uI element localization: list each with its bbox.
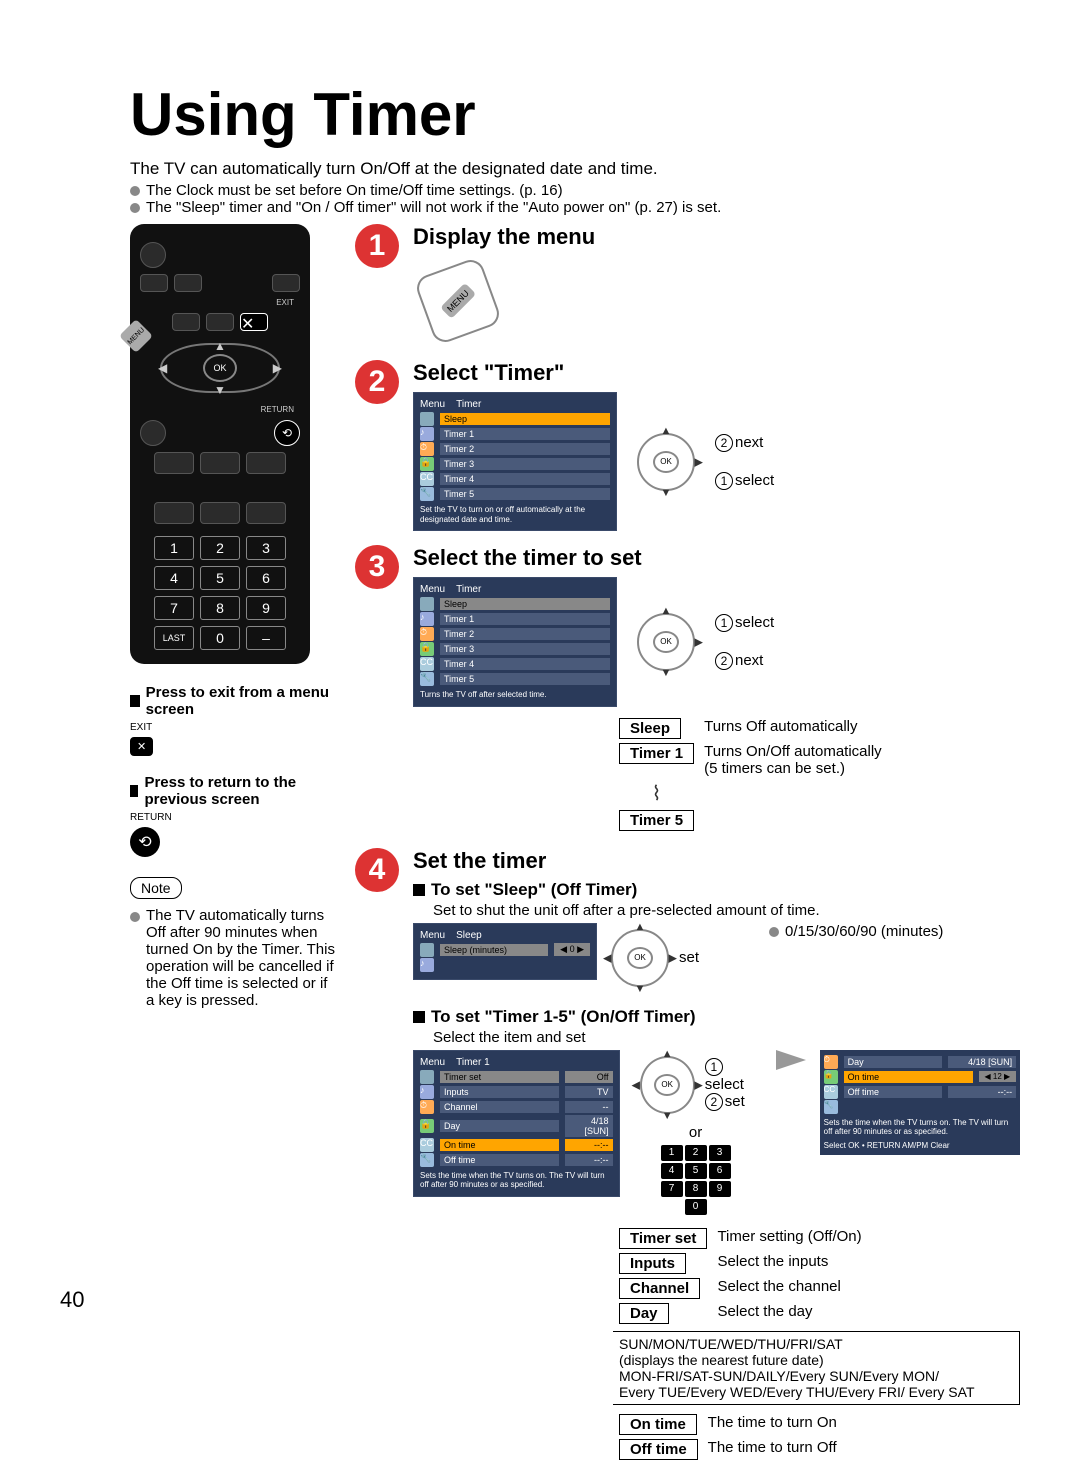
step-2-number: 2 [355,360,399,404]
note-label: Note [130,877,182,899]
step-3-title: Select the timer to set [413,545,1020,571]
sleep-body: Set to shut the unit off after a pre-sel… [433,902,1020,919]
dpad-onoff: OK ▲ ▼ ◀ ▶ [634,1050,701,1120]
step-3-annotations: 1select 2next [715,614,774,670]
return-button-icon: ⟲ [130,827,160,857]
step-1-title: Display the menu [413,224,1020,250]
remote-control-illustration: EXIT ✕ MENU OK ▲ ▼ ◀ ▶ RETURN ⟲ 123 [130,224,310,664]
step-1-number: 1 [355,224,399,268]
onoff-annotations: 1select 2set [705,1058,762,1111]
onoff-subtitle: To set "Timer 1-5" (On/Off Timer) [413,1007,1020,1027]
step-3-osd: Menu Timer Sleep ♪Timer 1 ⏱Timer 2 🔒Time… [413,577,617,707]
step-4-number: 4 [355,848,399,892]
onoff-time-table: On timeThe time to turn On Off timeThe t… [613,1411,843,1463]
step-2-annotations: 2next 1select [715,434,774,490]
ok-button: OK [203,354,237,382]
exit-small-label: EXIT [130,722,335,733]
step-4-title: Set the timer [413,848,1020,874]
arrow-icon [776,1050,806,1070]
return-label: RETURN [140,405,300,414]
dpad-step2: OK ▲ ▼ ▶ [631,427,701,497]
sleep-osd: Menu Sleep Sleep (minutes)◀ 0 ▶ ♪ [413,923,597,980]
dpad-step3: OK ▲ ▼ ▶ [631,607,701,677]
dpad-sleep: OK ▲ ▼ ◀ ▶ [605,923,675,993]
exit-button-icon: ✕ [130,737,153,756]
or-label: or [689,1124,702,1141]
sleep-annotation: set [679,949,699,966]
bullet-2: The "Sleep" timer and "On / Off timer" w… [130,199,1020,216]
mini-numpad: 123 456 789 0 [661,1145,731,1215]
return-help-title: Press to return to the previous screen [130,774,335,808]
sleep-values: 0/15/30/60/90 (minutes) [769,923,1020,940]
onoff-body: Select the item and set [433,1029,1020,1046]
dpad: OK ▲ ▼ ◀ ▶ [160,343,280,393]
step-2-title: Select "Timer" [413,360,1020,386]
onoff-osd-left: Menu Timer 1 Timer setOff ♪InputsTV ⏱Cha… [413,1050,620,1197]
bullet-1: The Clock must be set before On time/Off… [130,182,1020,199]
exit-help-title: Press to exit from a menu screen [130,684,335,718]
note-body: The TV automatically turns Off after 90 … [130,907,335,1009]
onoff-osd-right: ⏱Day4/18 [SUN] 🔒On time◀ 12 ▶ CCOff time… [820,1050,1021,1155]
page-title: Using Timer [130,80,1020,149]
page-number: 40 [60,1287,84,1313]
step-3-pill-table: SleepTurns Off automatically Timer 1Turn… [613,715,888,834]
day-options-box: SUN/MON/TUE/WED/THU/FRI/SAT (displays th… [613,1331,1020,1405]
sleep-subtitle: To set "Sleep" (Off Timer) [413,880,1020,900]
intro-text: The TV can automatically turn On/Off at … [130,159,1020,179]
exit-label: EXIT [140,298,300,307]
number-pad: 123 456 789 LAST0– [154,536,286,650]
step-2-osd: Menu Timer Sleep ♪Timer 1 ⏱Timer 2 🔒Time… [413,392,617,531]
onoff-settings-table: Timer setTimer setting (Off/On) InputsSe… [613,1225,868,1327]
step-3-number: 3 [355,545,399,589]
return-small-label: RETURN [130,812,335,823]
